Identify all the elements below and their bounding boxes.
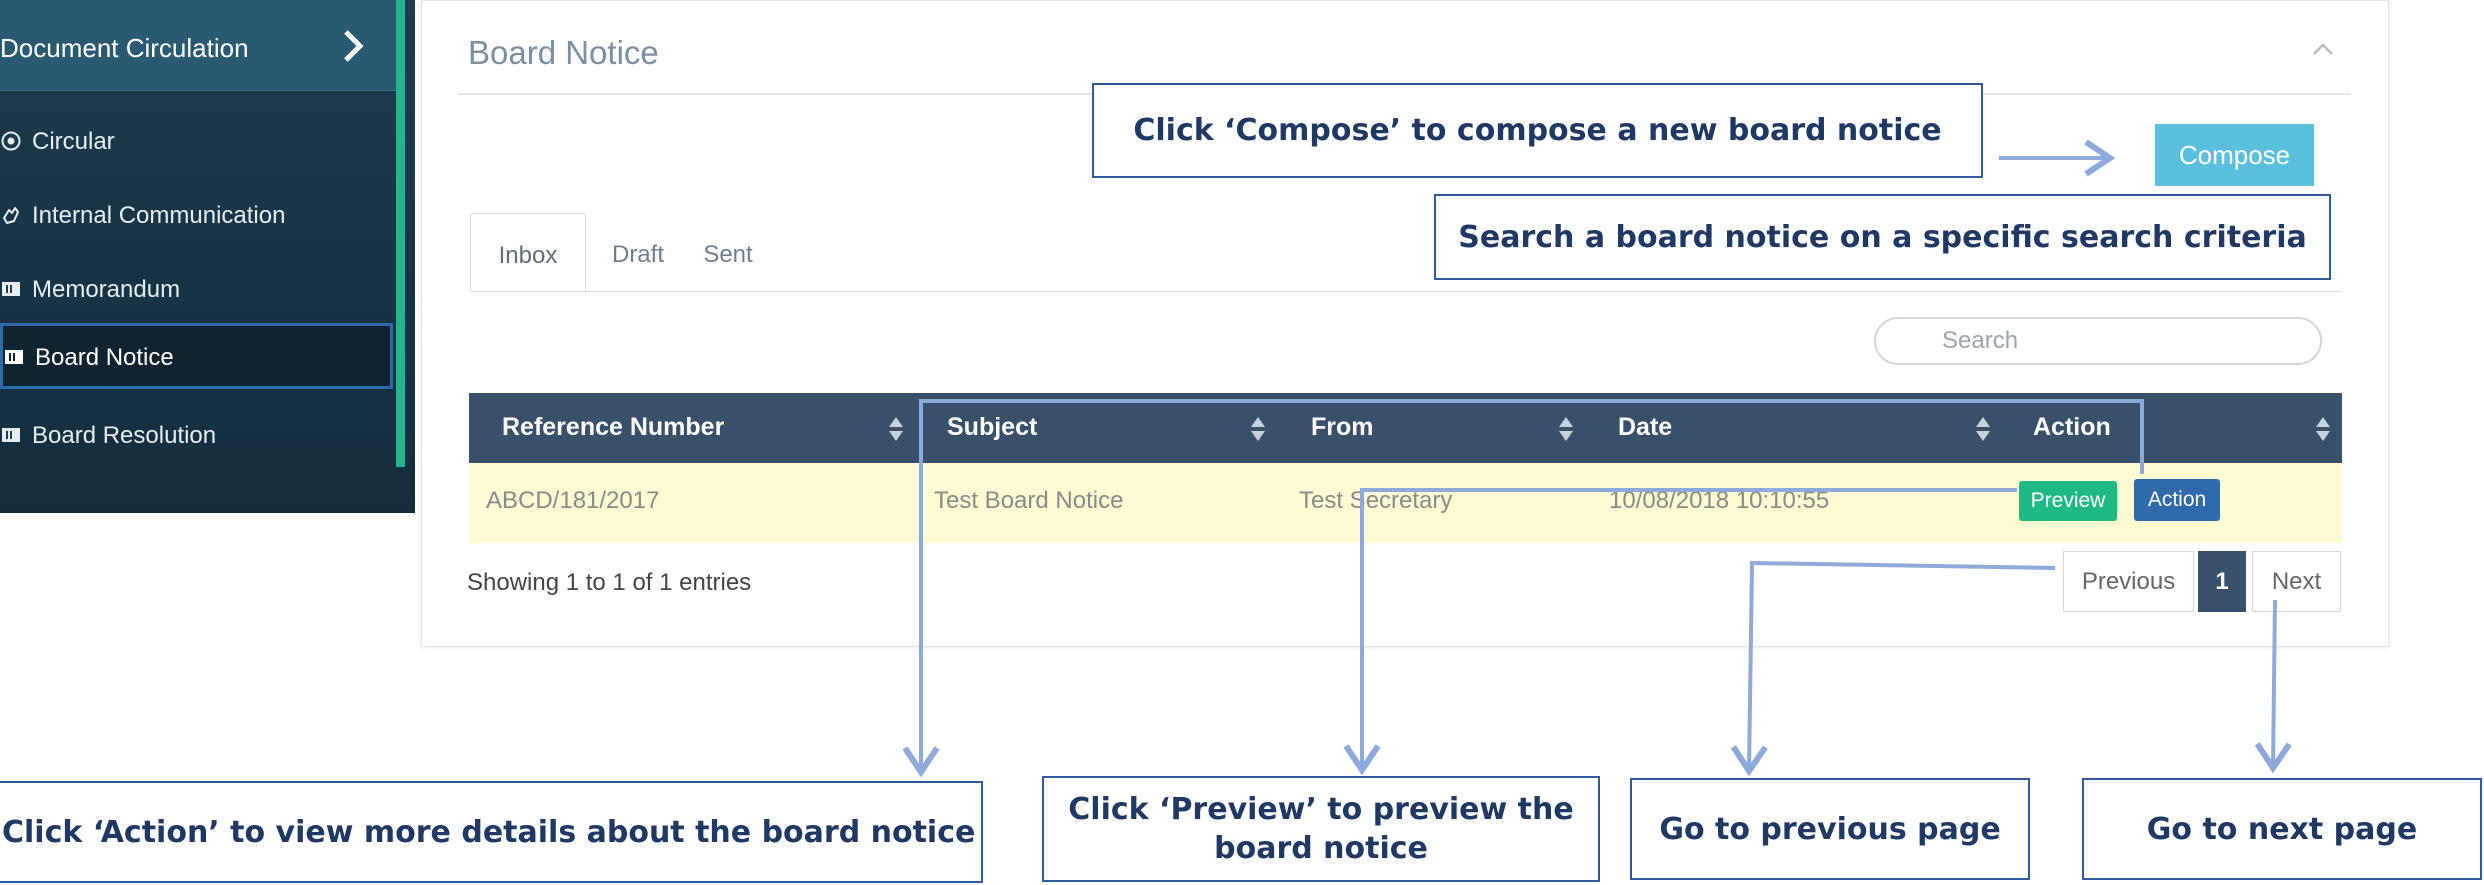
next-page-button[interactable]: Next	[2252, 551, 2341, 612]
column-header-label: Action	[2033, 413, 2111, 441]
page-title: Board Notice	[468, 34, 659, 71]
radio-dot-icon	[1, 131, 21, 151]
callout-previous: Go to previous page	[1630, 778, 2030, 880]
previous-page-button[interactable]: Previous	[2063, 551, 2194, 612]
sort-icon	[1976, 417, 1990, 441]
sidebar-item-label: Board Notice	[35, 344, 174, 371]
sidebar-header[interactable]: Document Circulation	[0, 0, 396, 91]
sidebar-item-circular[interactable]: Circular	[0, 107, 393, 173]
search-input[interactable]	[1874, 317, 2322, 365]
reference-number-cell: ABCD/181/2017	[486, 487, 660, 514]
column-header-from[interactable]: From	[1285, 393, 1592, 463]
callout-preview: Click ‘Preview’ to preview the board not…	[1042, 776, 1600, 882]
callout-text: Click ‘Compose’ to compose a new board n…	[1133, 113, 1942, 148]
callout-text: Click ‘Preview’ to preview the	[1068, 792, 1574, 827]
subject-cell: Test Board Notice	[934, 487, 1124, 514]
sort-icon	[2316, 417, 2330, 441]
tab-draft[interactable]: Draft	[598, 213, 678, 291]
callout-compose: Click ‘Compose’ to compose a new board n…	[1092, 83, 1983, 178]
callout-text: Go to next page	[2146, 811, 2418, 847]
board-notice-table: Reference Number Subject From Date Actio…	[469, 393, 2342, 543]
sidebar-accent-bar	[396, 0, 405, 467]
document-icon	[2, 282, 20, 296]
sort-icon	[889, 417, 903, 441]
column-header-label: Date	[1618, 413, 1673, 441]
preview-button[interactable]: Preview	[2019, 481, 2117, 521]
callout-next: Go to next page	[2082, 778, 2482, 880]
callout-text: Go to previous page	[1659, 811, 2001, 847]
sidebar-item-internal-communication[interactable]: Internal Communication	[0, 181, 393, 247]
sidebar-item-label: Memorandum	[32, 276, 181, 303]
column-header-label: Subject	[947, 413, 1038, 441]
date-cell: 10/08/2018 10:10:55	[1609, 487, 1830, 514]
sidebar-item-board-resolution[interactable]: Board Resolution	[0, 401, 393, 467]
page-1-button[interactable]: 1	[2198, 551, 2246, 612]
sidebar-item-label: Circular	[32, 128, 115, 155]
sidebar-item-label: Internal Communication	[32, 202, 286, 229]
column-header-action[interactable]: Action	[2010, 393, 2342, 463]
table-info: Showing 1 to 1 of 1 entries	[467, 569, 752, 596]
tab-inbox[interactable]: Inbox	[470, 213, 586, 291]
column-header-label: From	[1311, 413, 1374, 441]
sidebar-item-label: Board Resolution	[32, 422, 217, 449]
sidebar-item-memorandum[interactable]: Memorandum	[0, 255, 393, 321]
action-button[interactable]: Action	[2134, 479, 2220, 521]
chevron-right-icon[interactable]	[338, 28, 368, 64]
callout-text: Click ‘Action’ to view more details abou…	[2, 814, 976, 850]
compose-button[interactable]: Compose	[2155, 124, 2314, 186]
sidebar: Document Circulation Circular Internal C…	[0, 0, 415, 513]
column-header-label: Reference Number	[502, 413, 725, 441]
from-cell: Test Secretary	[1299, 487, 1453, 514]
sort-icon	[1559, 417, 1573, 441]
table-header: Reference Number Subject From Date Actio…	[469, 393, 2342, 463]
table-row[interactable]: ABCD/181/2017 Test Board Notice Test Sec…	[469, 463, 2342, 543]
column-header-subject[interactable]: Subject	[919, 393, 1285, 463]
document-icon	[5, 350, 23, 364]
callout-text: board notice	[1214, 831, 1428, 866]
callout-text: Search a board notice on a specific sear…	[1458, 219, 2307, 255]
chevron-up-icon[interactable]	[2311, 41, 2335, 57]
document-icon	[2, 428, 20, 442]
sort-icon	[1251, 417, 1265, 441]
callout-action: Click ‘Action’ to view more details abou…	[0, 781, 983, 883]
sidebar-item-board-notice[interactable]: Board Notice	[0, 323, 393, 389]
tab-sent[interactable]: Sent	[688, 213, 768, 291]
hand-icon	[3, 207, 19, 224]
column-header-reference-number[interactable]: Reference Number	[469, 393, 919, 463]
sidebar-title: Document Circulation	[0, 33, 249, 63]
column-header-date[interactable]: Date	[1592, 393, 2010, 463]
callout-search: Search a board notice on a specific sear…	[1434, 194, 2331, 280]
